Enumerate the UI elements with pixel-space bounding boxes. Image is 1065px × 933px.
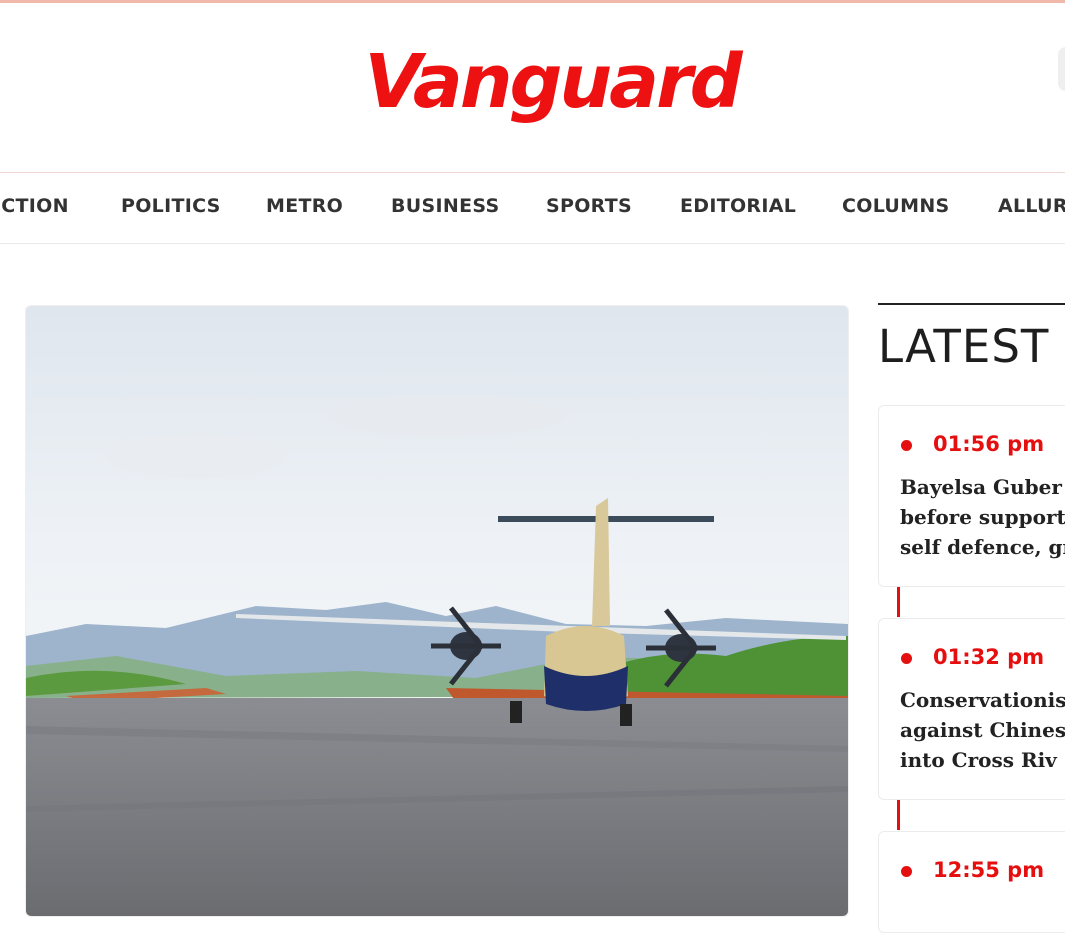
top-accent-strip bbox=[0, 0, 1065, 3]
headline-line: self defence, gr bbox=[900, 535, 1065, 559]
nav-item-allure[interactable]: ALLUR bbox=[998, 195, 1065, 217]
timeline-connector bbox=[897, 587, 900, 617]
latest-top-rule bbox=[878, 303, 1065, 305]
hero-image[interactable] bbox=[25, 305, 849, 917]
headline-line: into Cross Riv bbox=[900, 748, 1057, 772]
latest-heading: LATEST bbox=[878, 320, 1050, 373]
nav-item-metro[interactable]: METRO bbox=[266, 195, 343, 217]
search-box[interactable] bbox=[1058, 47, 1065, 91]
bullet-dot-icon bbox=[901, 440, 912, 451]
news-time: 01:32 pm bbox=[933, 645, 1045, 669]
latest-news-card[interactable]: 01:32 pm Conservationis against Chines i… bbox=[878, 618, 1065, 800]
bullet-dot-icon bbox=[901, 653, 912, 664]
timeline-connector bbox=[897, 800, 900, 830]
site-logo[interactable]: Vanguard bbox=[356, 32, 748, 132]
headline-line: Conservationis bbox=[900, 688, 1065, 712]
nav-item-sports[interactable]: SPORTS bbox=[546, 195, 632, 217]
headline-line: before support bbox=[900, 505, 1065, 529]
nav-item-politics[interactable]: POLITICS bbox=[121, 195, 221, 217]
news-headline[interactable]: Conservationis against Chines into Cross… bbox=[900, 685, 1065, 775]
news-time: 12:55 pm bbox=[933, 858, 1045, 882]
runway-aircraft-illustration bbox=[26, 306, 848, 916]
nav-item-business[interactable]: BUSINESS bbox=[391, 195, 499, 217]
headline-line: against Chines bbox=[900, 718, 1065, 742]
news-time: 01:56 pm bbox=[933, 432, 1045, 456]
latest-news-card[interactable]: 12:55 pm bbox=[878, 831, 1065, 933]
bullet-dot-icon bbox=[901, 866, 912, 877]
nav-item-election[interactable]: ECTION bbox=[0, 195, 69, 217]
news-headline[interactable]: Bayelsa Guber before support self defenc… bbox=[900, 472, 1065, 562]
nav-item-columns[interactable]: COLUMNS bbox=[842, 195, 950, 217]
latest-news-card[interactable]: 01:56 pm Bayelsa Guber before support se… bbox=[878, 405, 1065, 587]
headline-line: Bayelsa Guber bbox=[900, 475, 1062, 499]
main-nav: ECTION POLITICS METRO BUSINESS SPORTS ED… bbox=[0, 172, 1065, 244]
nav-item-editorial[interactable]: EDITORIAL bbox=[680, 195, 796, 217]
